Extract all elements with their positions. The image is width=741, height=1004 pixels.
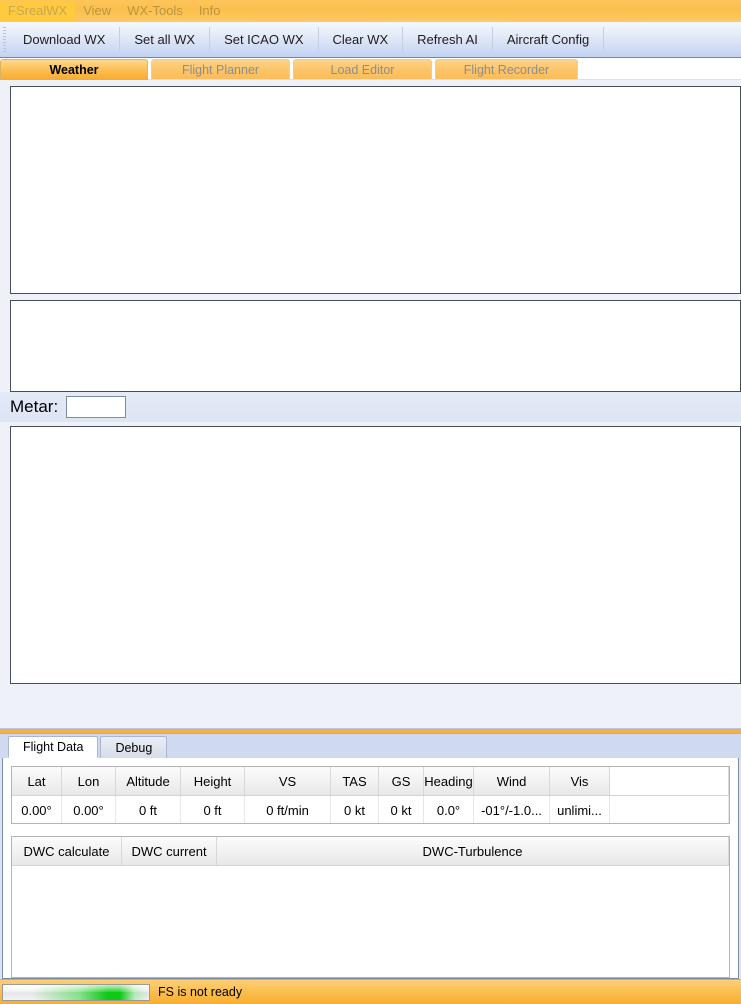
cell-wind: -01°/-1.0... xyxy=(474,796,550,823)
column-header-altitude[interactable]: Altitude xyxy=(116,767,181,795)
bottom-pane: Flight Data Debug Lat Lon Altitude Heigh… xyxy=(0,734,741,979)
tab-load-editor[interactable]: Load Editor xyxy=(293,59,432,80)
weather-page: Metar: xyxy=(0,80,741,728)
weather-station-list[interactable] xyxy=(10,86,741,294)
menu-item-view[interactable]: View xyxy=(75,1,119,22)
column-header-lon[interactable]: Lon xyxy=(62,767,116,795)
table-row[interactable]: 0.00° 0.00° 0 ft 0 ft 0 ft/min 0 kt 0 kt… xyxy=(12,796,729,823)
set-all-wx-button[interactable]: Set all WX xyxy=(120,22,209,57)
metar-input[interactable] xyxy=(66,396,127,418)
column-header-tas[interactable]: TAS xyxy=(331,767,379,795)
cell-vs: 0 ft/min xyxy=(245,796,331,823)
menu-bar: FSrealWX View WX-Tools Info xyxy=(0,0,741,22)
column-header-vs[interactable]: VS xyxy=(245,767,331,795)
cell-gs: 0 kt xyxy=(379,796,424,823)
application-window: FSrealWX View WX-Tools Info Download WX … xyxy=(0,0,741,1004)
cell-lat: 0.00° xyxy=(12,796,62,823)
tab-flight-planner[interactable]: Flight Planner xyxy=(151,59,290,80)
metar-label: Metar: xyxy=(10,397,59,416)
cell-vis: unlimi... xyxy=(550,796,610,823)
column-header-heading[interactable]: Heading xyxy=(424,767,474,795)
main-tab-strip: Weather Flight Planner Load Editor Fligh… xyxy=(0,58,741,80)
column-header-wind[interactable]: Wind xyxy=(474,767,550,795)
progress-bar-gloss xyxy=(3,984,149,992)
metar-text-panel[interactable] xyxy=(10,426,741,684)
download-wx-button[interactable]: Download WX xyxy=(9,22,119,57)
progress-bar xyxy=(2,983,150,1001)
column-header-dwc-calculate[interactable]: DWC calculate xyxy=(12,837,122,865)
menu-item-fsrealwx[interactable]: FSrealWX xyxy=(0,0,76,22)
cell-height: 0 ft xyxy=(181,796,245,823)
toolbar: Download WX Set all WX Set ICAO WX Clear… xyxy=(0,22,741,58)
dwc-grid[interactable]: DWC calculate DWC current DWC-Turbulence xyxy=(11,836,730,978)
tab-debug[interactable]: Debug xyxy=(100,736,168,758)
column-header-lat[interactable]: Lat xyxy=(12,767,62,795)
column-header-filler xyxy=(610,767,729,795)
cell-lon: 0.00° xyxy=(62,796,116,823)
tab-flight-data[interactable]: Flight Data xyxy=(8,736,99,758)
metar-row: Metar: xyxy=(0,392,741,422)
flight-data-grid[interactable]: Lat Lon Altitude Height VS TAS GS Headin… xyxy=(11,766,730,824)
cell-heading: 0.0° xyxy=(424,796,474,823)
column-header-dwc-turbulence[interactable]: DWC-Turbulence xyxy=(217,837,729,865)
aircraft-config-button[interactable]: Aircraft Config xyxy=(493,22,603,57)
tab-flight-recorder[interactable]: Flight Recorder xyxy=(435,59,578,80)
set-icao-wx-button[interactable]: Set ICAO WX xyxy=(210,22,317,57)
menu-item-info[interactable]: Info xyxy=(191,1,229,22)
cell-altitude: 0 ft xyxy=(116,796,181,823)
column-header-height[interactable]: Height xyxy=(181,767,245,795)
column-header-vis[interactable]: Vis xyxy=(550,767,610,795)
column-header-gs[interactable]: GS xyxy=(379,767,424,795)
column-header-dwc-current[interactable]: DWC current xyxy=(122,837,217,865)
status-message: FS is not ready xyxy=(158,985,243,999)
tab-weather[interactable]: Weather xyxy=(0,59,148,80)
dwc-grid-wrapper: DWC calculate DWC current DWC-Turbulence xyxy=(11,836,730,978)
status-bar: FS is not ready xyxy=(0,979,741,1004)
toolbar-grip-handle[interactable] xyxy=(0,22,9,57)
dwc-header-row: DWC calculate DWC current DWC-Turbulence xyxy=(12,837,729,866)
menu-item-wx-tools[interactable]: WX-Tools xyxy=(119,1,191,22)
weather-detail-panel[interactable] xyxy=(10,300,741,392)
cell-tas: 0 kt xyxy=(331,796,379,823)
flight-data-panel: Lat Lon Altitude Height VS TAS GS Headin… xyxy=(2,758,739,979)
refresh-ai-button[interactable]: Refresh AI xyxy=(403,22,492,57)
clear-wx-button[interactable]: Clear WX xyxy=(319,22,403,57)
dwc-grid-body[interactable] xyxy=(12,866,729,977)
flight-data-header-row: Lat Lon Altitude Height VS TAS GS Headin… xyxy=(12,767,729,796)
cell-filler xyxy=(610,796,729,823)
toolbar-separator xyxy=(603,27,605,51)
bottom-tab-strip: Flight Data Debug xyxy=(0,734,741,758)
